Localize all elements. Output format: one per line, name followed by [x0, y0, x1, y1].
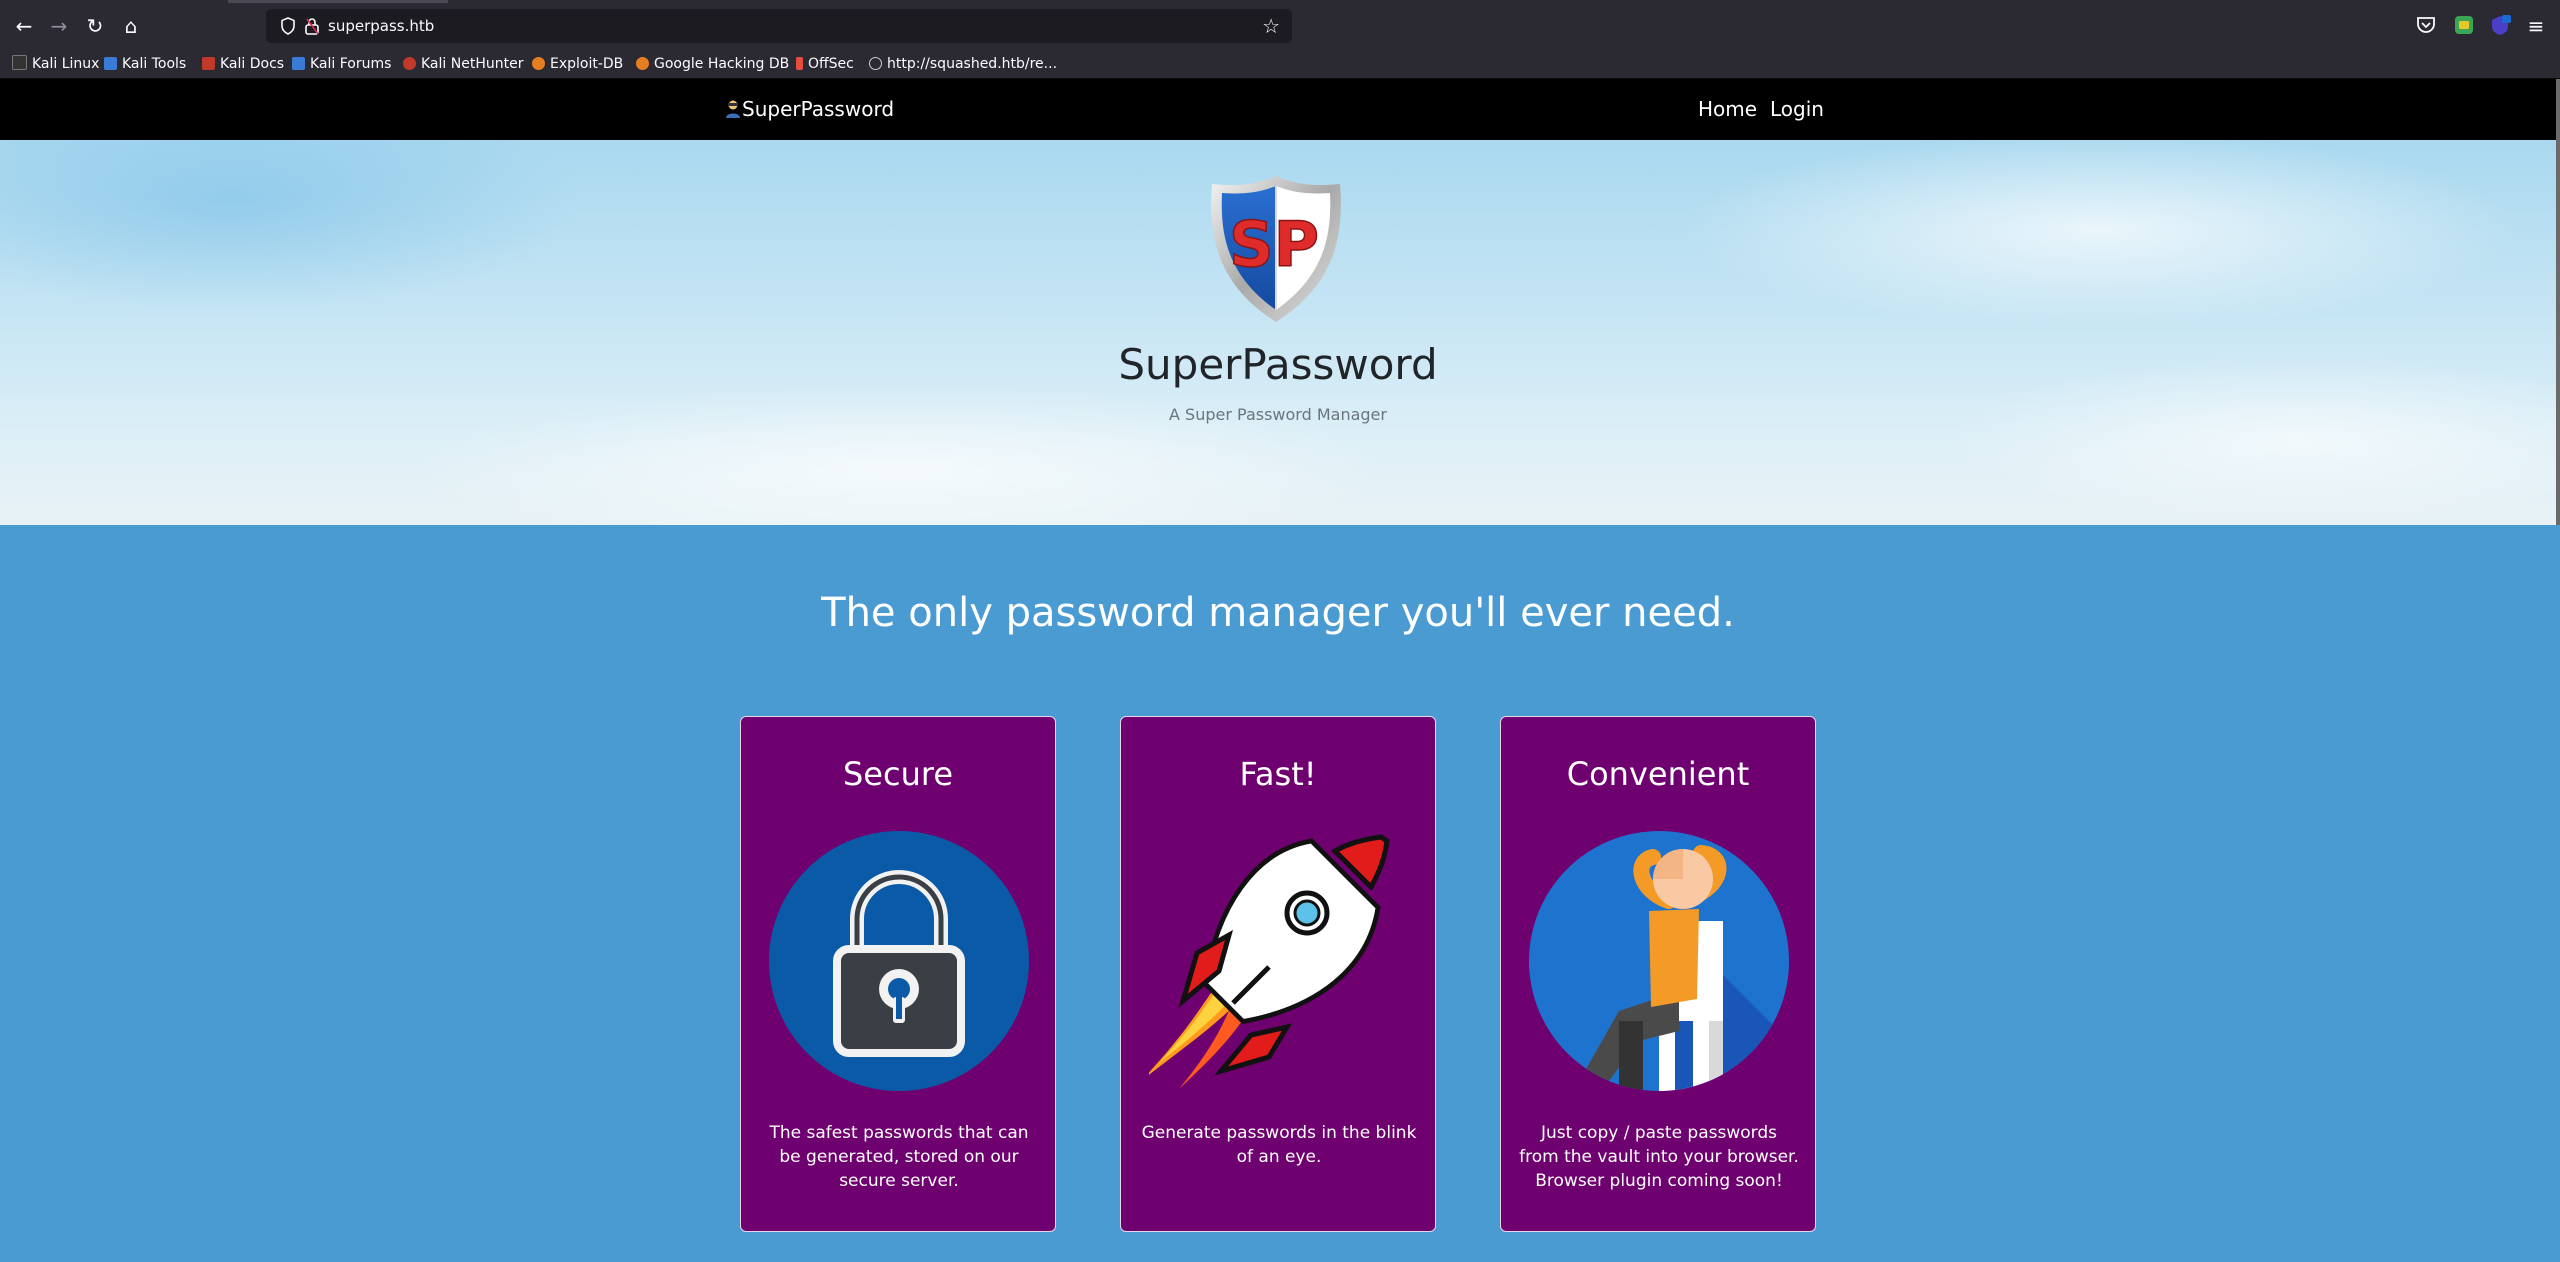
extension-badge-icon[interactable]: [2488, 13, 2512, 37]
site-navbar: SuperPassword Home Login: [0, 79, 2556, 140]
bookmark-kali-linux[interactable]: Kali Linux: [12, 52, 99, 78]
bookmark-kali-docs[interactable]: Kali Docs: [202, 52, 284, 78]
brand-text: SuperPassword: [742, 97, 895, 121]
extension-icon[interactable]: [2452, 13, 2476, 37]
hero-title: SuperPassword: [1118, 340, 1438, 389]
bookmark-squashed[interactable]: http://squashed.htb/re...: [869, 52, 1057, 78]
globe-icon: [869, 57, 882, 70]
kali-tools-icon: [104, 57, 117, 70]
features-tagline: The only password manager you'll ever ne…: [821, 590, 1735, 636]
logo-monogram: SP: [1229, 208, 1319, 281]
back-button[interactable]: ←: [10, 12, 38, 40]
pocket-icon[interactable]: [2414, 13, 2438, 37]
card-text: Generate passwords in the blink of an ey…: [1141, 1123, 1417, 1167]
kali-dragon-icon: [12, 55, 27, 70]
lock-icon[interactable]: [302, 16, 322, 36]
bookmark-offsec[interactable]: OffSec: [796, 52, 854, 78]
padlock-icon: [769, 831, 1029, 1091]
nav-login-link[interactable]: Login: [1770, 79, 1824, 140]
bookmark-kali-nethunter[interactable]: Kali NetHunter: [403, 52, 523, 78]
tracking-protection-shield-icon[interactable]: [278, 16, 298, 36]
bookmark-exploit-db[interactable]: Exploit-DB: [532, 52, 623, 78]
active-tab-indicator: [228, 0, 448, 3]
kali-nethunter-icon: [403, 57, 416, 70]
exploit-db-icon: [532, 57, 545, 70]
kali-docs-icon: [202, 57, 215, 70]
rocket-icon: [1149, 834, 1390, 1089]
google-hacking-db-icon: [636, 57, 649, 70]
bookmarks-bar: Kali Linux Kali Tools Kali Docs Kali For…: [0, 52, 2560, 79]
navbar-brand[interactable]: SuperPassword: [724, 79, 894, 140]
card-text: Just copy / paste passwords from the vau…: [1519, 1123, 1799, 1191]
superpassword-shield-logo: SP: [1211, 176, 1341, 322]
kali-forums-icon: [292, 57, 305, 70]
menu-button[interactable]: ≡: [2522, 12, 2550, 40]
relaxing-person-icon: [1529, 831, 1789, 1091]
card-title: Fast!: [1239, 755, 1317, 793]
card-text: The safest passwords that can be generat…: [769, 1123, 1029, 1191]
browser-toolbar: ← → ↻ ⌂ superpass.htb ☆ ≡: [0, 0, 2560, 52]
card-title: Secure: [842, 755, 953, 793]
reload-button[interactable]: ↻: [81, 12, 109, 40]
feature-card-convenient: Convenient Just copy / paste passwords f…: [1500, 716, 1816, 1232]
bookmark-kali-tools[interactable]: Kali Tools: [104, 52, 186, 78]
address-bar[interactable]: superpass.htb ☆: [266, 9, 1292, 43]
hero-subtitle: A Super Password Manager: [1169, 405, 1387, 424]
offsec-icon: [796, 57, 803, 70]
nav-home-link[interactable]: Home: [1698, 79, 1757, 140]
home-button[interactable]: ⌂: [117, 12, 145, 40]
bookmark-google-hacking-db[interactable]: Google Hacking DB: [636, 52, 789, 78]
page-scrollbar[interactable]: [2556, 79, 2560, 525]
bookmark-star-icon[interactable]: ☆: [1262, 14, 1280, 38]
agent-avatar-icon: [726, 100, 740, 118]
forward-button[interactable]: →: [45, 12, 73, 40]
card-title: Convenient: [1566, 755, 1750, 793]
feature-card-secure: Secure The safest passwords that can be …: [740, 716, 1056, 1232]
bookmark-kali-forums[interactable]: Kali Forums: [292, 52, 391, 78]
url-text: superpass.htb: [328, 17, 435, 35]
feature-card-fast: Fast! Generate passwords in the blink of…: [1120, 716, 1436, 1232]
